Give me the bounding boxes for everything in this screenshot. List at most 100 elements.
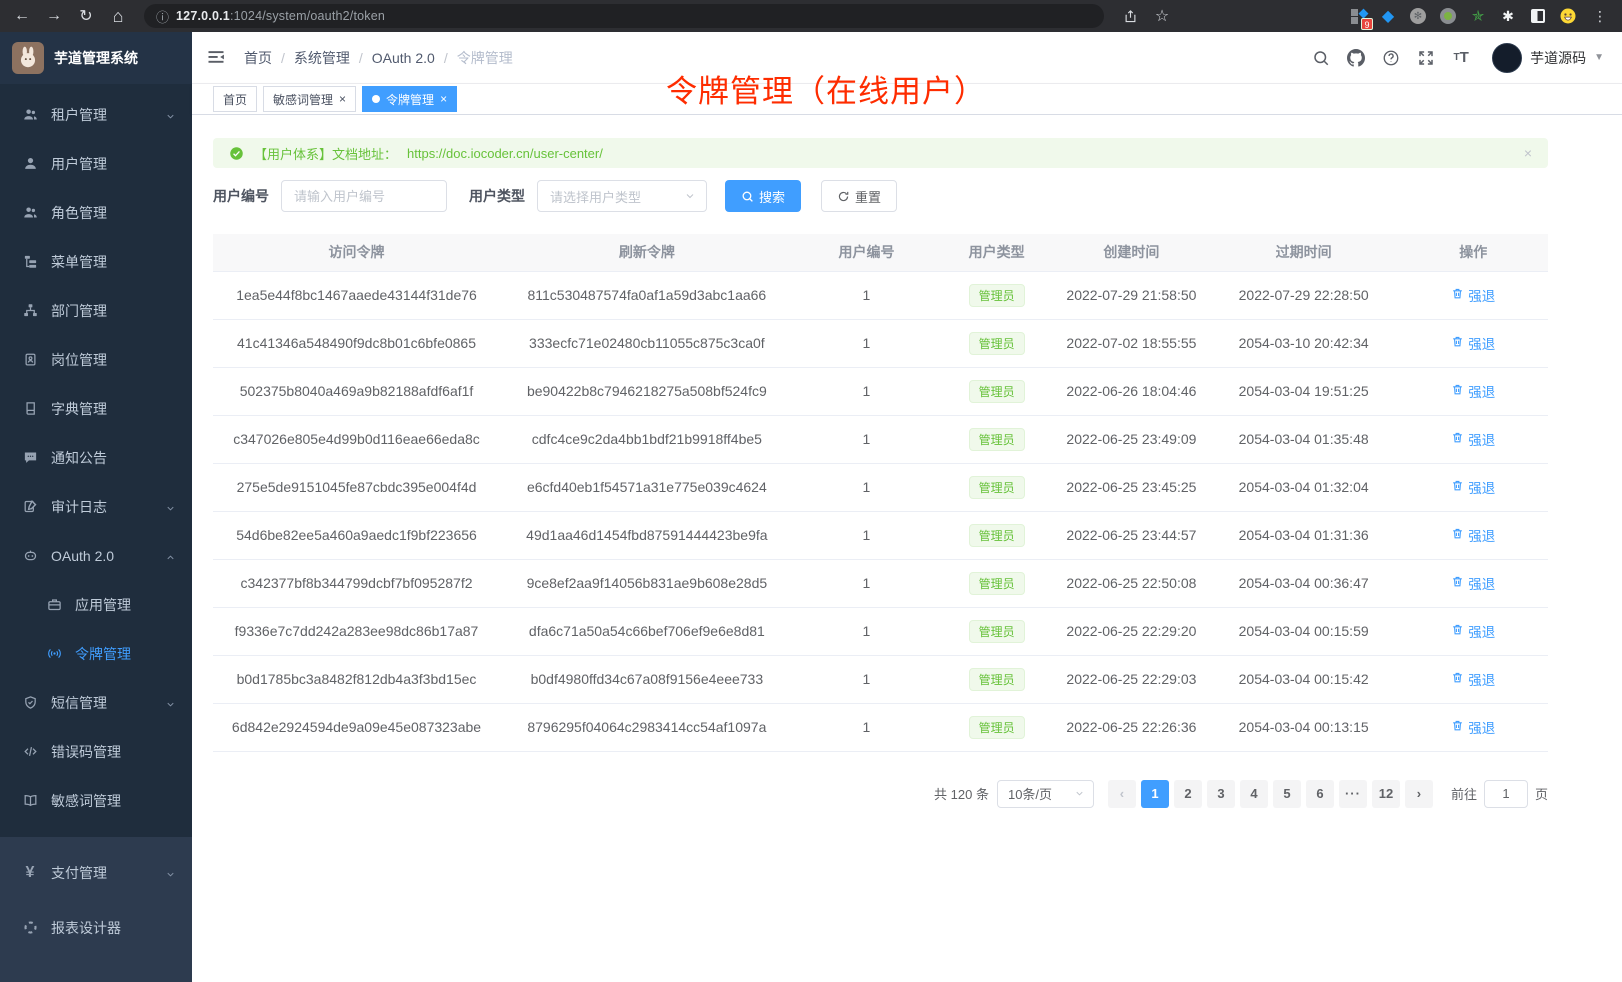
force-logout-button[interactable]: 强退 bbox=[1451, 285, 1495, 305]
sidebar-item-应用管理[interactable]: 应用管理 bbox=[0, 580, 192, 629]
sidebar-item-审计日志[interactable]: 审计日志 bbox=[0, 482, 192, 531]
page-button-5[interactable]: 5 bbox=[1273, 780, 1301, 808]
sidebar-item-label: 错误码管理 bbox=[51, 742, 121, 762]
sidebar-item-OAuth 2.0[interactable]: OAuth 2.0 bbox=[0, 531, 192, 580]
page-button-6[interactable]: 6 bbox=[1306, 780, 1334, 808]
navbar-actions: TT 芋道源码 ▼ bbox=[1311, 43, 1604, 73]
extension-recorder-icon[interactable] bbox=[1438, 6, 1458, 26]
profile-avatar-icon[interactable] bbox=[1558, 6, 1578, 26]
help-icon[interactable] bbox=[1381, 48, 1401, 68]
chevron-down-icon bbox=[1074, 788, 1085, 799]
tab-close-icon[interactable]: × bbox=[440, 93, 447, 105]
breadcrumb-separator: / bbox=[359, 50, 363, 66]
column-header-刷新令牌: 刷新令牌 bbox=[500, 234, 794, 271]
tab-首页[interactable]: 首页 bbox=[213, 86, 257, 112]
breadcrumb-item-2[interactable]: 系统管理 bbox=[294, 48, 350, 68]
page-button-2[interactable]: 2 bbox=[1174, 780, 1202, 808]
force-logout-button[interactable]: 强退 bbox=[1451, 669, 1495, 689]
page-info-icon[interactable]: ⓘ bbox=[156, 7, 169, 26]
force-logout-button[interactable]: 强退 bbox=[1451, 333, 1495, 353]
font-size-icon[interactable]: TT bbox=[1451, 48, 1471, 68]
trash-icon bbox=[1451, 335, 1464, 351]
sidebar-item-错误码管理[interactable]: 错误码管理 bbox=[0, 727, 192, 776]
sidebar-item-短信管理[interactable]: 短信管理 bbox=[0, 678, 192, 727]
extension-settings-icon[interactable]: ✻ bbox=[1408, 6, 1428, 26]
more-pages-button[interactable]: ··· bbox=[1339, 780, 1367, 808]
app-logo[interactable]: 芋道管理系统 bbox=[0, 32, 192, 84]
sidebar-item-支付管理[interactable]: ¥支付管理 bbox=[0, 848, 192, 897]
action-cell: 强退 bbox=[1398, 607, 1548, 655]
signal-icon bbox=[46, 646, 62, 662]
chevron-down-icon bbox=[684, 190, 696, 202]
sidebar-item-令牌管理[interactable]: 令牌管理 bbox=[0, 629, 192, 678]
action-cell: 强退 bbox=[1398, 703, 1548, 751]
sidebar-item-用户管理[interactable]: 用户管理 bbox=[0, 139, 192, 188]
extensions-puzzle-icon[interactable]: ✱ bbox=[1498, 6, 1518, 26]
user-icon bbox=[22, 156, 38, 172]
search-icon[interactable] bbox=[1311, 48, 1331, 68]
alert-close-icon[interactable]: × bbox=[1524, 145, 1532, 161]
force-logout-button[interactable]: 强退 bbox=[1451, 525, 1495, 545]
page-size-select[interactable]: 10条/页 bbox=[997, 780, 1094, 808]
browser-home-icon[interactable]: ⌂ bbox=[106, 4, 130, 28]
sidebar-toggle-icon[interactable] bbox=[206, 47, 228, 69]
goto-page-input[interactable] bbox=[1484, 780, 1528, 808]
sidebar-item-字典管理[interactable]: 字典管理 bbox=[0, 384, 192, 433]
browser-reload-icon[interactable]: ↻ bbox=[74, 4, 98, 28]
breadcrumb-item-1[interactable]: 首页 bbox=[244, 48, 272, 68]
code-icon bbox=[22, 744, 38, 760]
address-bar[interactable]: ⓘ 127.0.0.1:1024/system/oauth2/token bbox=[144, 4, 1104, 28]
browser-back-icon[interactable]: ← bbox=[10, 4, 34, 28]
browser-menu-icon[interactable]: ⋮ bbox=[1588, 4, 1612, 28]
next-page-button[interactable]: › bbox=[1405, 780, 1433, 808]
user-id-input[interactable] bbox=[281, 180, 447, 212]
page-button-4[interactable]: 4 bbox=[1240, 780, 1268, 808]
extension-star-icon[interactable]: ✯ bbox=[1468, 6, 1488, 26]
share-icon[interactable] bbox=[1118, 4, 1142, 28]
sidebar-item-报表设计器[interactable]: 报表设计器 bbox=[0, 903, 192, 952]
extension-gem-icon[interactable]: ◆ bbox=[1378, 6, 1398, 26]
extension-tab-icon[interactable] bbox=[1528, 6, 1548, 26]
search-button[interactable]: 搜索 bbox=[725, 180, 801, 212]
sidebar-menu-secondary: ¥支付管理报表设计器 bbox=[0, 837, 192, 982]
bookmark-star-icon[interactable]: ☆ bbox=[1150, 4, 1174, 28]
sidebar-item-部门管理[interactable]: 部门管理 bbox=[0, 286, 192, 335]
tab-close-icon[interactable]: × bbox=[339, 93, 346, 105]
table-row: c347026e805e4d99b0d116eae66eda8ccdfc4ce9… bbox=[213, 415, 1548, 463]
refresh-token-cell: cdfc4ce9c2da4bb1bdf21b9918ff4be5 bbox=[500, 415, 794, 463]
page-button-1[interactable]: 1 bbox=[1141, 780, 1169, 808]
extension-tampermonkey-icon[interactable]: ◆ 9 bbox=[1348, 6, 1368, 26]
user-type-badge: 管理员 bbox=[969, 620, 1025, 643]
force-logout-label: 强退 bbox=[1468, 525, 1495, 545]
reset-button[interactable]: 重置 bbox=[821, 180, 897, 212]
sidebar-item-岗位管理[interactable]: 岗位管理 bbox=[0, 335, 192, 384]
force-logout-button[interactable]: 强退 bbox=[1451, 717, 1495, 737]
force-logout-button[interactable]: 强退 bbox=[1451, 381, 1495, 401]
browser-forward-icon[interactable]: → bbox=[42, 4, 66, 28]
page-button-3[interactable]: 3 bbox=[1207, 780, 1235, 808]
active-dot bbox=[372, 95, 380, 103]
prev-page-button[interactable]: ‹ bbox=[1108, 780, 1136, 808]
access-token-cell: c342377bf8b344799dcbf7bf095287f2 bbox=[213, 559, 500, 607]
doc-link[interactable]: https://doc.iocoder.cn/user-center/ bbox=[407, 146, 603, 161]
sidebar-item-租户管理[interactable]: 租户管理 bbox=[0, 90, 192, 139]
tab-敏感词管理[interactable]: 敏感词管理× bbox=[263, 86, 356, 112]
force-logout-button[interactable]: 强退 bbox=[1451, 621, 1495, 641]
breadcrumb-item-3[interactable]: OAuth 2.0 bbox=[372, 50, 435, 66]
dictionary-icon bbox=[22, 401, 38, 417]
sidebar-item-角色管理[interactable]: 角色管理 bbox=[0, 188, 192, 237]
force-logout-button[interactable]: 强退 bbox=[1451, 477, 1495, 497]
user-id-cell: 1 bbox=[794, 367, 940, 415]
sidebar-item-敏感词管理[interactable]: 敏感词管理 bbox=[0, 776, 192, 825]
force-logout-button[interactable]: 强退 bbox=[1451, 573, 1495, 593]
sidebar-item-菜单管理[interactable]: 菜单管理 bbox=[0, 237, 192, 286]
user-type-badge: 管理员 bbox=[969, 428, 1025, 451]
github-icon[interactable] bbox=[1346, 48, 1366, 68]
force-logout-button[interactable]: 强退 bbox=[1451, 429, 1495, 449]
fullscreen-icon[interactable] bbox=[1416, 48, 1436, 68]
tab-令牌管理[interactable]: 令牌管理× bbox=[362, 86, 457, 112]
sidebar-item-通知公告[interactable]: 通知公告 bbox=[0, 433, 192, 482]
page-button-12[interactable]: 12 bbox=[1372, 780, 1400, 808]
user-type-select[interactable]: 请选择用户类型 bbox=[537, 180, 707, 212]
user-menu[interactable]: 芋道源码 ▼ bbox=[1492, 43, 1604, 73]
